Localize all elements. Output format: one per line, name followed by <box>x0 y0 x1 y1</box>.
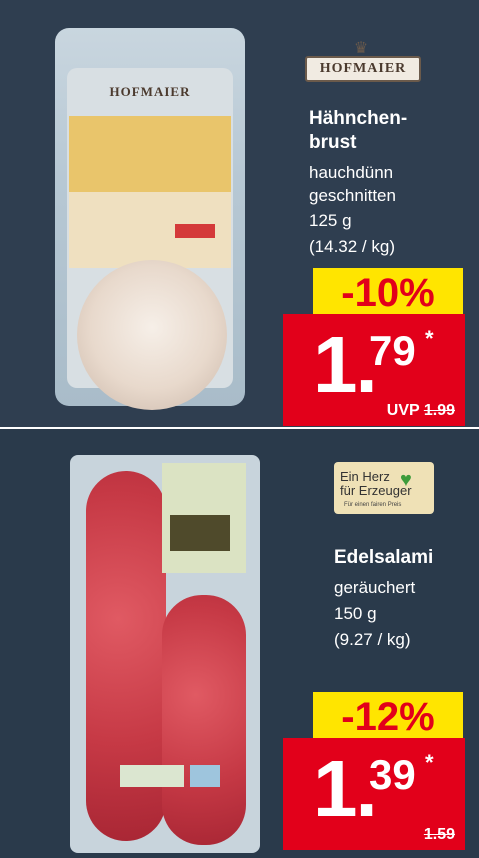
uvp-label: UVP 1.99 <box>386 402 455 419</box>
discount-badge: -10% <box>313 268 463 318</box>
product-weight: 125 g <box>309 211 352 230</box>
price-euros: 1. <box>313 320 378 409</box>
product-weight: 150 g <box>334 604 377 623</box>
product-image-haehnchenbrust: HOFMAIER <box>55 28 245 410</box>
price-asterisk: * <box>425 326 434 351</box>
crown-icon: ♛ <box>353 40 369 57</box>
price-cents: 79 <box>369 327 416 374</box>
price-tag: 1. 39 * 1.59 <box>283 738 465 850</box>
discount-badge: -12% <box>313 692 463 742</box>
product-title-line1: Hähnchen- <box>309 108 408 129</box>
old-price: 1.99 <box>423 402 455 419</box>
product-title-line2: brust <box>309 132 357 153</box>
product-desc-line1: hauchdünn <box>309 163 394 182</box>
brand-name: HOFMAIER <box>305 56 421 82</box>
product-desc-line2: geschnitten <box>309 186 396 205</box>
pack-brand-label: HOFMAIER <box>109 84 191 99</box>
logo-ein-herz-fuer-erzeuger: Ein Herz für Erzeuger Für einen fairen P… <box>334 462 434 514</box>
price-cents: 39 <box>369 751 416 798</box>
price-asterisk: * <box>425 750 434 775</box>
product-unit-price: (9.27 / kg) <box>334 630 411 649</box>
price-tag: 1. 79 * UVP 1.99 <box>283 314 465 426</box>
product-desc: geräuchert <box>334 578 416 597</box>
brand-logo-hofmaier: ♛ HOFMAIER <box>301 38 421 88</box>
product-image-edelsalami <box>70 455 260 853</box>
heart-icon: ♥ <box>400 469 412 491</box>
offer-card-edelsalami[interactable]: Ein Herz für Erzeuger Für einen fairen P… <box>0 429 479 858</box>
product-unit-price: (14.32 / kg) <box>309 237 395 256</box>
price-euros: 1. <box>313 744 378 833</box>
product-title: Edelsalami <box>334 547 434 568</box>
offer-card-haehnchenbrust[interactable]: HOFMAIER ♛ HOFMAIER Hähnchen- brust hauc… <box>0 0 479 429</box>
old-price: 1.59 <box>423 826 455 843</box>
